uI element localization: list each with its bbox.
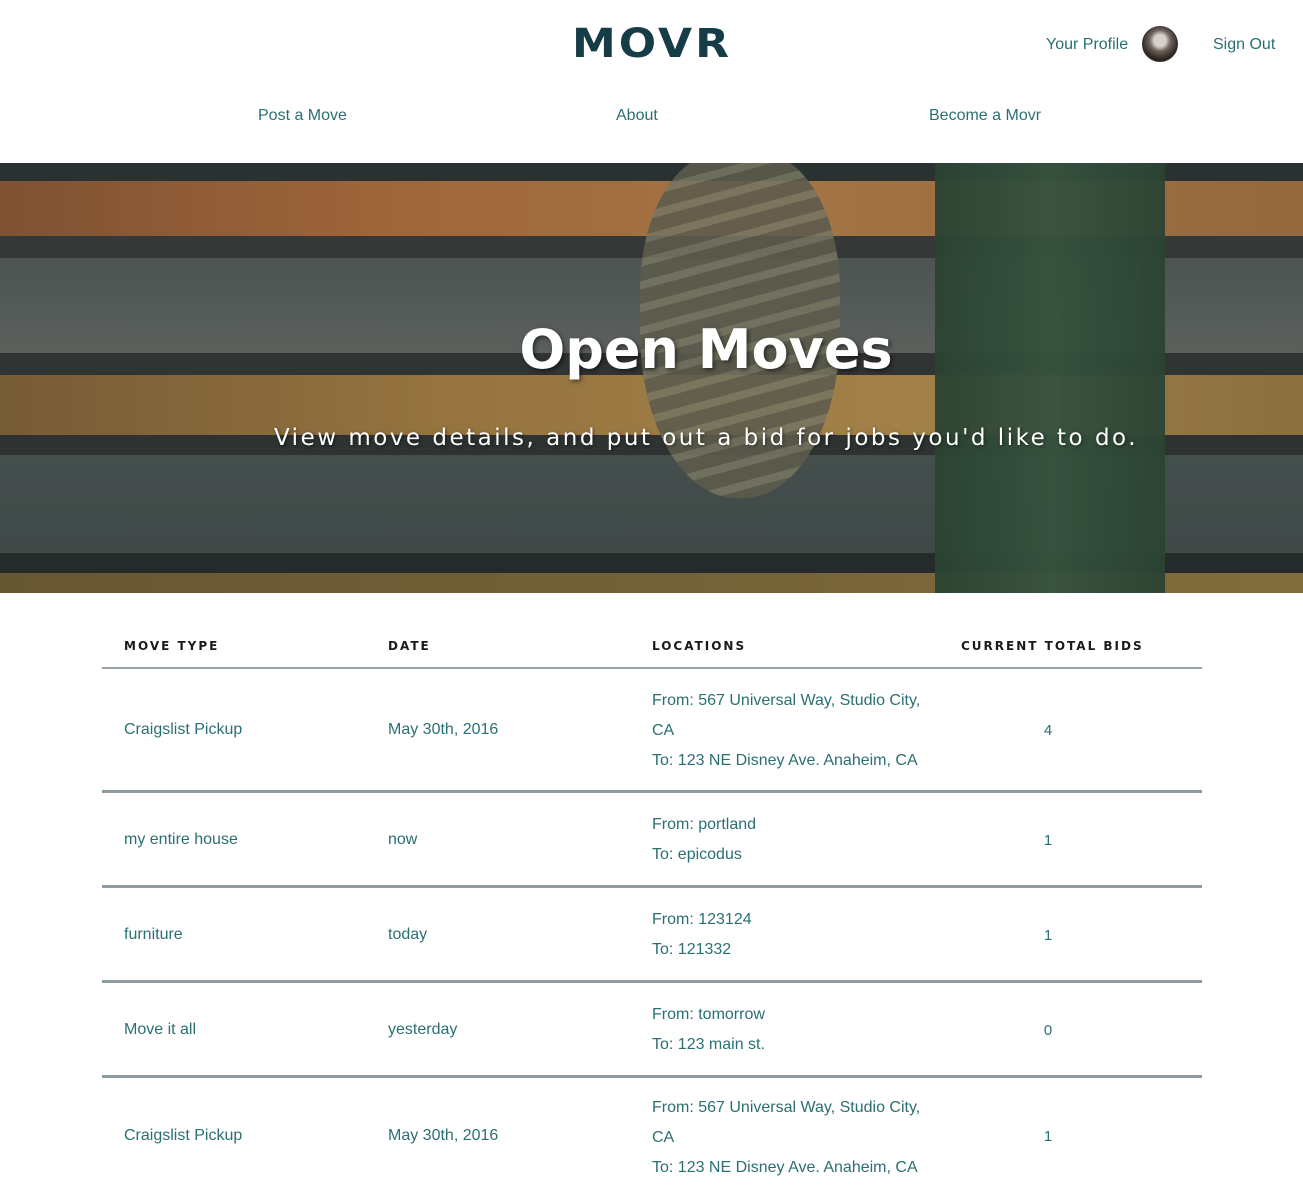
avatar[interactable] [1142,26,1178,62]
top-header: MOVR Your Profile Sign Out Post a Move A… [0,0,1303,163]
movr-logo[interactable]: MOVR [572,20,732,67]
column-header-date: DATE [388,639,431,653]
move-type-cell[interactable]: Craigslist Pickup [124,721,242,739]
bids-cell: 0 [1043,1022,1053,1039]
column-header-current-total-bids: CURRENT TOTAL BIDS [961,639,1144,653]
nav-become-a-movr[interactable]: Become a Movr [929,107,1041,125]
move-type-cell[interactable]: Move it all [124,1021,196,1039]
table-row[interactable]: Craigslist Pickup May 30th, 2016 From: 5… [102,1078,1202,1195]
sign-out-link[interactable]: Sign Out [1213,36,1275,54]
table-row[interactable]: Move it all yesterday From: tomorrow To:… [102,983,1202,1078]
bids-cell: 1 [1043,1128,1053,1145]
table-row[interactable]: my entire house now From: portland To: e… [102,793,1202,888]
locations-cell: From: portland To: epicodus [652,810,942,870]
page-subtitle: View move details, and put out a bid for… [273,425,1139,451]
locations-cell: From: 123124 To: 121332 [652,905,942,965]
hero-banner: Open Moves View move details, and put ou… [0,163,1303,593]
nav-about[interactable]: About [616,107,658,125]
to-location: To: 121332 [652,941,732,958]
from-location: From: 567 Universal Way, Studio City, CA [652,692,921,739]
locations-cell: From: 567 Universal Way, Studio City, CA… [652,1093,942,1183]
move-type-cell[interactable]: my entire house [124,831,238,849]
from-location: From: portland [652,816,757,833]
table-row[interactable]: Craigslist Pickup May 30th, 2016 From: 5… [102,669,1202,793]
from-location: From: tomorrow [652,1006,765,1023]
bids-cell: 4 [1043,722,1053,739]
column-header-move-type: MOVE TYPE [124,639,220,653]
to-location: To: 123 NE Disney Ave. Anaheim, CA [652,1159,918,1176]
bids-cell: 1 [1043,927,1053,944]
page-title: Open Moves [519,318,893,381]
date-cell: May 30th, 2016 [388,1127,499,1144]
column-header-locations: LOCATIONS [652,639,747,653]
to-location: To: 123 NE Disney Ave. Anaheim, CA [652,752,918,769]
from-location: From: 567 Universal Way, Studio City, CA [652,1099,921,1146]
your-profile-link[interactable]: Your Profile [1046,36,1128,54]
nav-post-a-move[interactable]: Post a Move [258,107,347,125]
table-row[interactable]: furniture today From: 123124 To: 121332 … [102,888,1202,983]
date-cell: May 30th, 2016 [388,721,499,738]
open-moves-table: MOVE TYPE DATE LOCATIONS CURRENT TOTAL B… [102,593,1202,1195]
date-cell: today [388,926,428,943]
to-location: To: epicodus [652,846,742,863]
locations-cell: From: 567 Universal Way, Studio City, CA… [652,686,942,776]
locations-cell: From: tomorrow To: 123 main st. [652,1000,942,1060]
move-type-cell[interactable]: Craigslist Pickup [124,1127,242,1145]
bids-cell: 1 [1043,832,1053,849]
table-header-row: MOVE TYPE DATE LOCATIONS CURRENT TOTAL B… [102,593,1202,669]
from-location: From: 123124 [652,911,752,928]
date-cell: now [388,831,418,848]
to-location: To: 123 main st. [652,1036,765,1053]
date-cell: yesterday [388,1021,458,1038]
move-type-cell[interactable]: furniture [124,926,183,944]
